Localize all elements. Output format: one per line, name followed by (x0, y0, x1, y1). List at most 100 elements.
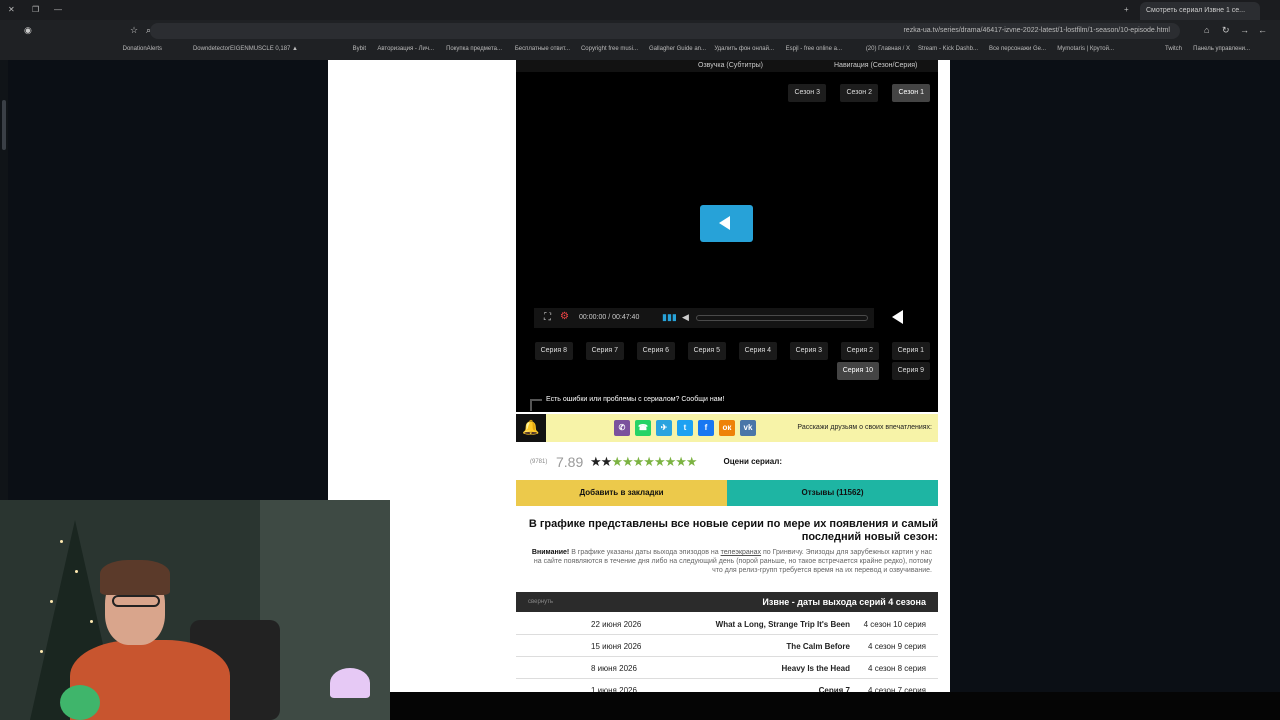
forward-icon[interactable]: → (1240, 25, 1249, 35)
extension-icon[interactable]: ◉ (24, 25, 32, 36)
bookmark-item[interactable]: Bybit (353, 46, 366, 52)
telegram-icon[interactable]: ✈ (656, 420, 672, 436)
error-report-link[interactable]: Есть ошибки или проблемы с сериалом? Соо… (546, 396, 724, 403)
episode-tab[interactable]: Серия 6 (636, 342, 675, 360)
date-cell: 22 июня 2026 (591, 620, 642, 629)
season-tab[interactable]: Сезон 2 (840, 84, 878, 102)
odnoklassniki-icon[interactable]: ок (719, 420, 735, 436)
bookmark-item[interactable]: (20) Главная / X (866, 46, 910, 52)
rating-block: (9781) 7.89 ★★★★★★★★★★ Оцени сериал: (530, 452, 930, 472)
reviews-button[interactable]: Отзывы (11562) (727, 480, 938, 506)
collapse-link[interactable]: свернуть (528, 599, 553, 605)
table-title: Извне - даты выхода серий 4 сезона (762, 597, 926, 607)
date-cell: 15 июня 2026 (591, 642, 642, 651)
nav-label[interactable]: Навигация (Сезон/Серия) (834, 62, 917, 69)
episode-cell: 4 сезон 10 серия (863, 620, 926, 629)
episode-cell: 4 сезон 8 серия (868, 664, 926, 673)
season-tab[interactable]: Сезон 1 (892, 84, 930, 102)
facebook-icon[interactable]: f (698, 420, 714, 436)
bookmark-item[interactable]: Downdetector (193, 46, 230, 52)
schedule-heading: В графике представлены все новые серии п… (528, 518, 938, 543)
episode-name-cell: The Calm Before (786, 642, 850, 651)
table-row: 4 сезон 9 серия The Calm Before 15 июня 20… (516, 636, 938, 657)
play-button[interactable] (700, 205, 753, 242)
bookmark-item[interactable]: EIGENMUSCLE 0,187 ▲ (230, 46, 298, 52)
vk-icon[interactable]: vk (740, 420, 756, 436)
note-text: В графике указаны даты выхода эпизодов н… (571, 549, 719, 556)
episode-tab[interactable]: Серия 10 (836, 362, 879, 380)
reload-icon[interactable]: ↻ (1222, 25, 1230, 36)
episode-tab[interactable]: Серия 7 (585, 342, 624, 360)
star-icon[interactable]: ★ (686, 454, 698, 469)
webcam-overlay (0, 500, 390, 720)
settings-icon[interactable]: ⚙ (560, 311, 569, 322)
episode-tab[interactable]: Серия 2 (840, 342, 879, 360)
season-tab[interactable]: Сезон 3 (788, 84, 826, 102)
bookmark-item[interactable]: Espjl - free online a... (786, 46, 842, 52)
bookmark-item[interactable]: DonationAlerts (123, 46, 162, 52)
address-bar[interactable]: rezka-ua.tv/series/drama/46417-izvne-202… (150, 23, 1180, 39)
bookmark-item[interactable]: Twitch (1165, 46, 1182, 52)
dub-label[interactable]: Озвучка (Субтитры) (698, 62, 763, 69)
home-icon[interactable]: ⌂ (1204, 25, 1209, 35)
back-icon[interactable]: ← (1258, 25, 1267, 35)
bookmark-item[interactable]: Copyright free musi... (581, 46, 638, 52)
volume-bars-icon[interactable]: ▮▮▮ (662, 312, 677, 323)
episode-tab[interactable]: Серия 3 (789, 342, 828, 360)
prev-icon[interactable] (892, 310, 903, 324)
rating-score: 7.89 (556, 454, 584, 470)
tab-active[interactable]: Смотреть сериал Извне 1 се... (1140, 2, 1260, 20)
fullscreen-icon[interactable]: ⛶ (544, 312, 551, 323)
bookmark-item[interactable]: Покупка предмета... (446, 46, 502, 52)
bookmark-item[interactable]: Stream - Kick Dashb... (918, 46, 978, 52)
star-icon[interactable]: ★ (654, 454, 666, 469)
bookmark-item[interactable]: Панель управлени... (1193, 46, 1250, 52)
viber-icon[interactable]: ✆ (614, 420, 630, 436)
play-icon (719, 216, 730, 230)
restore-window-icon[interactable]: ❐ (32, 5, 39, 14)
star-icon[interactable]: ★ (643, 454, 655, 469)
minimize-window-icon[interactable]: — (54, 5, 62, 14)
close-window-icon[interactable]: ✕ (8, 5, 15, 14)
star-icon[interactable]: ★ (611, 454, 623, 469)
rating-stars[interactable]: ★★★★★★★★★★ (590, 454, 698, 470)
page-scrollbar[interactable] (0, 60, 8, 500)
star-icon[interactable]: ★ (601, 454, 613, 469)
note-link[interactable]: телеэкранах (721, 549, 761, 556)
add-bookmark-button[interactable]: Добавить в закладки (516, 480, 727, 506)
episode-tab[interactable]: Серия 1 (891, 342, 930, 360)
share-bar: 🔔 vk ок f t ✈ ☎ ✆ Расскажи друзьям о своих впе… (516, 414, 938, 442)
schedule-note: Внимание! В графике указаны даты выхода … (530, 548, 932, 575)
bookmark-star-icon[interactable]: ☆ (130, 25, 138, 36)
bottom-bar (390, 692, 1280, 720)
episode-tab[interactable]: Серия 9 (891, 362, 930, 380)
note-bold: Внимание! (531, 549, 570, 556)
url-text: rezka-ua.tv/series/drama/46417-izvne-202… (903, 27, 1170, 34)
bookmark-item[interactable]: Mymotaris | Крутой... (1057, 46, 1114, 52)
bookmark-item[interactable]: Бесплатные отвит... (515, 46, 570, 52)
date-cell: 8 июня 2026 (591, 664, 637, 673)
share-text: Расскажи друзьям о своих впечатлениях: (797, 424, 932, 431)
bookmark-item[interactable]: Все персонажи Ge... (989, 46, 1046, 52)
new-tab-icon[interactable]: + (1124, 5, 1129, 14)
star-icon[interactable]: ★ (675, 454, 687, 469)
star-icon[interactable]: ★ (590, 454, 602, 469)
whatsapp-icon[interactable]: ☎ (635, 420, 651, 436)
star-icon[interactable]: ★ (633, 454, 645, 469)
episode-tab[interactable]: Серия 8 (534, 342, 573, 360)
bookmark-item[interactable]: Удалить фон онлай... (714, 46, 774, 52)
episode-tab[interactable]: Серия 4 (738, 342, 777, 360)
bookmarks-bar: Панель управлени... Twitch Mymotaris | Кру… (0, 42, 1280, 58)
episode-tab[interactable]: Серия 5 (687, 342, 726, 360)
scrollbar-thumb[interactable] (2, 100, 6, 150)
bookmark-item[interactable]: Авторизация - Лич... (377, 46, 434, 52)
twitter-icon[interactable]: t (677, 420, 693, 436)
star-icon[interactable]: ★ (665, 454, 677, 469)
tab-title: Смотреть сериал Извне 1 се... (1146, 7, 1246, 14)
progress-bar[interactable] (696, 315, 868, 321)
video-player[interactable]: Озвучка (Субтитры) Навигация (Сезон/Сери… (516, 60, 938, 412)
bookmark-item[interactable]: Gallagher Guide an... (649, 46, 706, 52)
speaker-icon[interactable]: ◀ (682, 312, 689, 323)
star-icon[interactable]: ★ (622, 454, 634, 469)
bell-icon[interactable]: 🔔 (516, 414, 546, 442)
